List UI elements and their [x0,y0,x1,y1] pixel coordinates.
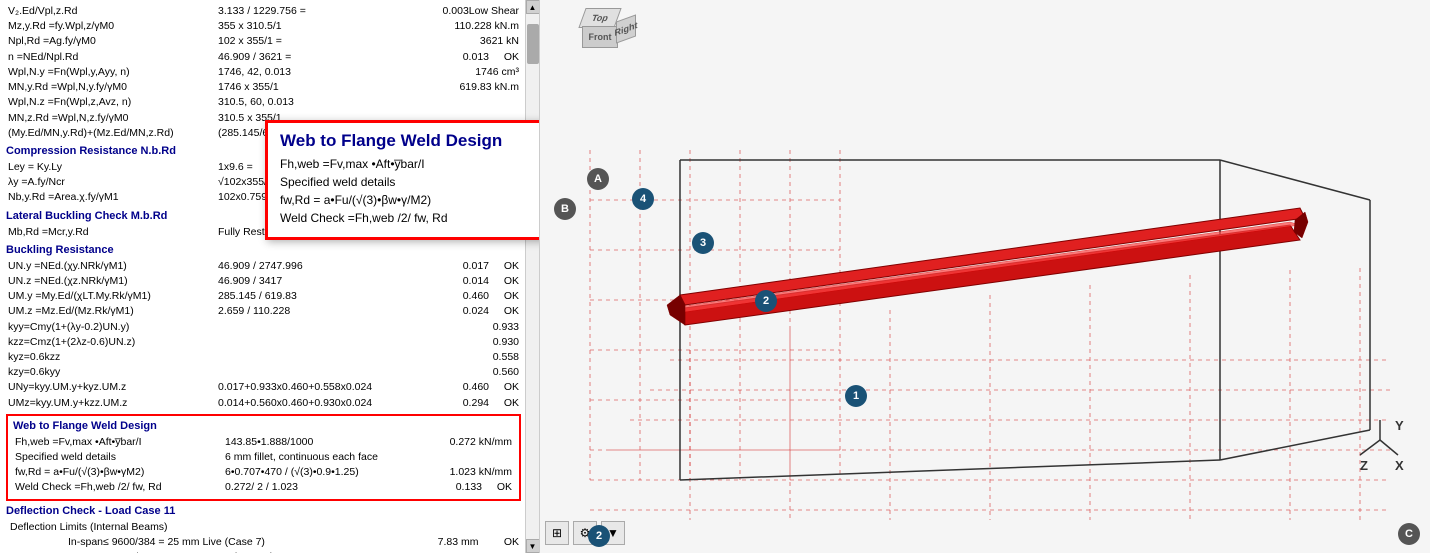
popup-row-1: Specified weld details 6 mm fillet, cont… [280,175,540,189]
badge-2: 2 [755,290,777,312]
weld-design-popup: Web to Flange Weld Design Fh,web =Fv,max… [265,120,540,240]
formula-row: UM.z =Mz.Ed/(Mz.Rk/γM1) 2.659 / 110.228 … [6,304,521,319]
toolbar-btn-grid[interactable]: ⊞ [545,521,569,545]
scene-svg: Y Z X [540,0,1430,553]
formula-row: UMz=kyy.UM.y+kzz.UM.z 0.014+0.560x0.460+… [6,396,521,411]
cube-right-face[interactable]: Right [616,14,636,43]
formula-row: V₂.Ed/Vpl,z.Rd 3.133 / 1229.756 = 0.003 … [6,4,521,19]
badge-4: 4 [632,188,654,210]
scroll-down-arrow[interactable]: ▼ [526,539,540,553]
formula-row: UN.y =NEd.(χy.NRk/γM1) 46.909 / 2747.996… [6,259,521,274]
formula-row: kyz=0.6kzz 0.558 [6,350,521,365]
deflection-row: In-span≤ 9600/384 = 25 mm Live (Case 7) … [66,535,521,550]
badge-A: A [587,168,609,190]
3d-view-panel: Top Front Right [540,0,1430,553]
formula-row: UM.y =My.Ed/(χLT.My.Rk/γM1) 285.145 / 61… [6,289,521,304]
badge-1: 1 [845,385,867,407]
popup-row-3: Weld Check =Fh,web /2/ fw, Rd 0.272/ 2 /… [280,211,540,225]
navigation-cube[interactable]: Top Front Right [570,8,630,68]
formula-row: MN,y.Rd =Wpl,N,y.fy/γM0 1746 x 355/1 619… [6,80,521,95]
weld-row: Weld Check =Fh,web /2/ fw, Rd 0.272/ 2 /… [13,480,514,495]
badge-C: C [1398,523,1420,545]
cube-front-face[interactable]: Front [582,26,618,48]
weld-row: Fh,web =Fv,max •Aft•y̅bar/I 143.85•1.888… [13,435,514,450]
weld-design-section-left: Web to Flange Weld Design Fh,web =Fv,max… [6,414,521,501]
badge-B: B [554,198,576,220]
deflection-rows: In-span≤ 9600/384 = 25 mm Live (Case 7) … [66,535,521,553]
badge-2-bottom: 2 [588,525,610,547]
badge-3: 3 [692,232,714,254]
formula-row: Mz,y.Rd =fy.Wpl,z/γM0 355 x 310.5/1 110.… [6,19,521,34]
formula-row: kzz=Cmz(1+(2λz-0.6)UN.z) 0.930 [6,335,521,350]
popup-row-0: Fh,web =Fv,max •Aft•y̅bar/I 143.85•1.888… [280,157,540,171]
y-axis-label: Y [1395,418,1404,433]
buckling-resistance-header: Buckling Resistance [6,243,521,259]
weld-row: Specified weld details 6 mm fillet, cont… [13,450,514,465]
formula-row: n =NEd/Npl.Rd 46.909 / 3621 = 0.013 OK [6,50,521,65]
x-axis-label: X [1395,458,1404,473]
left-calculation-panel: ▲ ▼ V₂.Ed/Vpl,z.Rd 3.133 / 1229.756 = 0.… [0,0,540,553]
weld-title-left: Web to Flange Weld Design [13,419,514,435]
popup-row-2: fw,Rd = a•Fu/(√(3)•βw•γ/M2) 6•0.707•470 … [280,193,540,207]
bottom-toolbar[interactable]: ⊞ ⚙ ▼ [545,521,625,545]
formula-row: Npl,Rd =Ag.fy/γM0 102 x 355/1 = 3621 kN [6,34,521,49]
deflection-sub: Deflection Limits (Internal Beams) [10,520,521,535]
z-axis-label: Z [1360,458,1368,473]
popup-title: Web to Flange Weld Design [280,131,540,151]
formula-row: UN.z =NEd.(χz.NRk/γM1) 46.909 / 3417 0.0… [6,274,521,289]
deflection-header: Deflection Check - Load Case 11 [6,504,521,520]
weld-row: fw,Rd = a•Fu/(√(3)•βw•γM2) 6•0.707•470 /… [13,465,514,480]
formula-row: UNy=kyy.UM.y+kyz.UM.z 0.017+0.933x0.460+… [6,380,521,395]
formula-row: Wpl,N.y =Fn(Wpl,y,Ayy, n) 1746, 42, 0.01… [6,65,521,80]
scroll-up-arrow[interactable]: ▲ [526,0,540,14]
formula-row: kyy=Cmy(1+(λy-0.2)UN.y) 0.933 [6,320,521,335]
formula-row: kzy=0.6kyy 0.560 [6,365,521,380]
scroll-thumb[interactable] [527,24,539,64]
formula-row: Wpl,N.z =Fn(Wpl,z,Avz, n) 310.5, 60, 0.0… [6,95,521,110]
scrollbar[interactable]: ▲ ▼ [525,0,539,553]
